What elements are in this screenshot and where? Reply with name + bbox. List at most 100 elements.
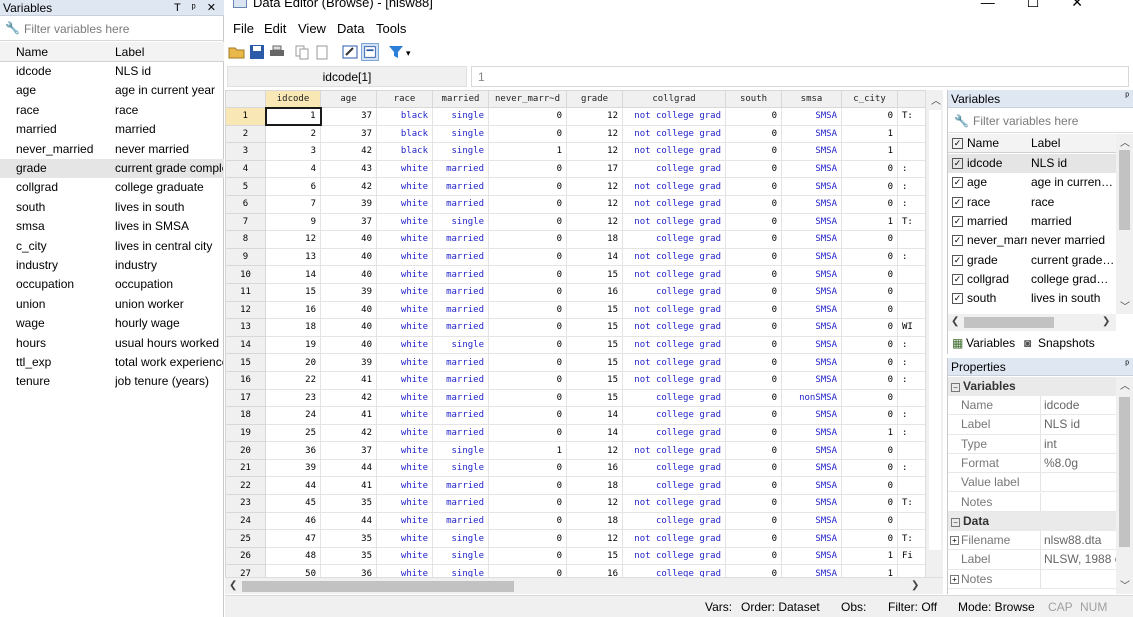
data-cell[interactable]: SMSA (781, 458, 842, 478)
data-cell[interactable]: SMSA (781, 441, 842, 460)
grid-hscroll-thumb[interactable] (242, 581, 514, 592)
data-cell[interactable]: 2 (265, 124, 321, 144)
data-cell[interactable]: married (432, 318, 489, 337)
data-cell[interactable]: 0 (488, 423, 567, 443)
filter-icon[interactable] (387, 43, 405, 61)
data-cell[interactable]: 15 (566, 265, 623, 284)
data-cell[interactable]: 13 (265, 247, 321, 267)
row-number[interactable]: 14 (225, 335, 266, 355)
data-cell[interactable]: black (376, 107, 433, 126)
data-cell[interactable]: single (432, 564, 489, 577)
data-cell[interactable]: 0 (725, 406, 782, 425)
data-cell[interactable]: married (432, 353, 489, 372)
data-cell[interactable]: 0 (725, 564, 782, 577)
column-header-overflow[interactable] (897, 90, 928, 108)
variable-row[interactable]: occupation occupation (0, 275, 224, 294)
data-cell[interactable]: 1 (488, 142, 567, 161)
right-filter-input[interactable]: Filter variables here (973, 114, 1078, 128)
right-variables-hscroll[interactable]: ❮ ❯ (948, 314, 1116, 331)
right-variables-vscroll[interactable]: ︿ ﹀ (1116, 134, 1133, 314)
filter-variables-input[interactable]: Filter variables here (24, 22, 129, 36)
data-cell[interactable]: 45 (265, 494, 321, 513)
data-cell[interactable]: not college grad (622, 212, 726, 232)
data-cell[interactable]: married (432, 194, 489, 214)
data-cell[interactable]: 39 (265, 458, 321, 478)
variable-row[interactable]: grade current grade comple (0, 159, 224, 178)
data-cell[interactable]: 0 (725, 511, 782, 531)
open-folder-icon[interactable] (228, 43, 246, 61)
data-cell[interactable]: 0 (725, 546, 782, 566)
data-cell[interactable]: 0 (841, 529, 898, 548)
data-cell[interactable]: 37 (320, 107, 377, 126)
data-cell[interactable]: SMSA (781, 142, 842, 161)
variable-row[interactable]: c_city lives in central city (0, 237, 224, 256)
variable-checkbox[interactable]: ✓ (952, 235, 963, 247)
row-number[interactable]: 5 (225, 177, 266, 196)
data-cell[interactable]: 0 (725, 212, 782, 232)
data-cell[interactable]: 35 (320, 529, 377, 548)
wrench-icon[interactable]: 🔧 (5, 21, 20, 35)
variable-row[interactable]: idcode NLS id (0, 62, 224, 81)
data-cell[interactable]: college grad (622, 406, 726, 425)
camera-icon[interactable]: ◙ (1024, 336, 1031, 350)
variable-checkbox[interactable]: ✓ (952, 215, 963, 227)
panel-pin-close-icons[interactable]: T ᵖ ✕ (174, 0, 220, 16)
data-cell[interactable]: SMSA (781, 212, 842, 232)
data-cell[interactable]: not college grad (622, 265, 726, 284)
data-cell[interactable]: 40 (320, 247, 377, 267)
data-cell[interactable]: WI (897, 318, 928, 337)
data-cell[interactable]: 46 (265, 511, 321, 531)
data-cell[interactable]: 40 (320, 230, 377, 249)
property-value[interactable]: idcode (1044, 396, 1116, 414)
column-header-grade[interactable]: grade (566, 90, 623, 108)
data-cell[interactable]: 0 (841, 511, 898, 531)
column-header-age[interactable]: age (320, 90, 377, 108)
variable-row[interactable]: union union worker (0, 295, 224, 314)
property-row[interactable]: Format %8.0g (948, 453, 1116, 474)
data-cell[interactable]: 42 (320, 177, 377, 196)
data-cell[interactable]: 41 (320, 406, 377, 425)
right-variable-row[interactable]: ✓ race race (948, 193, 1116, 212)
data-cell[interactable]: 15 (566, 335, 623, 355)
scroll-down-icon[interactable]: ﹀ (1120, 577, 1130, 592)
data-cell[interactable]: 0 (841, 282, 898, 302)
data-cell[interactable]: married (432, 370, 489, 390)
property-row[interactable]: Name idcode (948, 396, 1116, 416)
data-cell[interactable]: 0 (725, 107, 782, 126)
data-cell[interactable]: married (432, 511, 489, 531)
data-cell[interactable]: 0 (841, 406, 898, 425)
data-cell[interactable]: 0 (725, 388, 782, 408)
data-cell[interactable]: 42 (320, 142, 377, 161)
right-filter-box[interactable]: 🔧 Filter variables here (948, 109, 1133, 133)
data-grid[interactable]: idcode age race married never_marr~d grade col… (225, 90, 945, 577)
data-cell[interactable]: 40 (320, 318, 377, 337)
data-cell[interactable]: SMSA (781, 124, 842, 144)
row-number[interactable]: 17 (225, 388, 266, 408)
row-number[interactable]: 3 (225, 142, 266, 161)
data-cell[interactable]: married (432, 388, 489, 408)
data-cell[interactable] (897, 230, 928, 249)
data-cell[interactable]: SMSA (781, 300, 842, 320)
data-cell[interactable]: 41 (320, 476, 377, 496)
variable-row[interactable]: industry industry (0, 256, 224, 275)
data-cell[interactable]: 0 (488, 494, 567, 513)
data-cell[interactable]: : (897, 406, 928, 425)
column-header-race[interactable]: race (376, 90, 433, 108)
menu-tools[interactable]: Tools (376, 21, 406, 36)
data-cell[interactable]: 37 (320, 441, 377, 460)
data-cell[interactable] (897, 441, 928, 460)
data-cell[interactable]: 23 (265, 388, 321, 408)
data-cell[interactable]: not college grad (622, 124, 726, 144)
data-cell[interactable]: 0 (725, 370, 782, 390)
data-cell[interactable]: SMSA (781, 353, 842, 372)
data-cell[interactable]: SMSA (781, 546, 842, 566)
data-cell[interactable]: 1 (488, 441, 567, 460)
collapse-icon[interactable]: − (951, 383, 960, 392)
data-cell[interactable]: : (897, 247, 928, 267)
data-cell[interactable]: 25 (265, 423, 321, 443)
variable-checkbox[interactable]: ✓ (952, 196, 963, 208)
data-cell[interactable]: white (376, 353, 433, 372)
data-cell[interactable]: 35 (320, 546, 377, 566)
data-cell[interactable]: SMSA (781, 177, 842, 196)
property-value[interactable]: NLSW, 1988 e (1044, 550, 1116, 568)
